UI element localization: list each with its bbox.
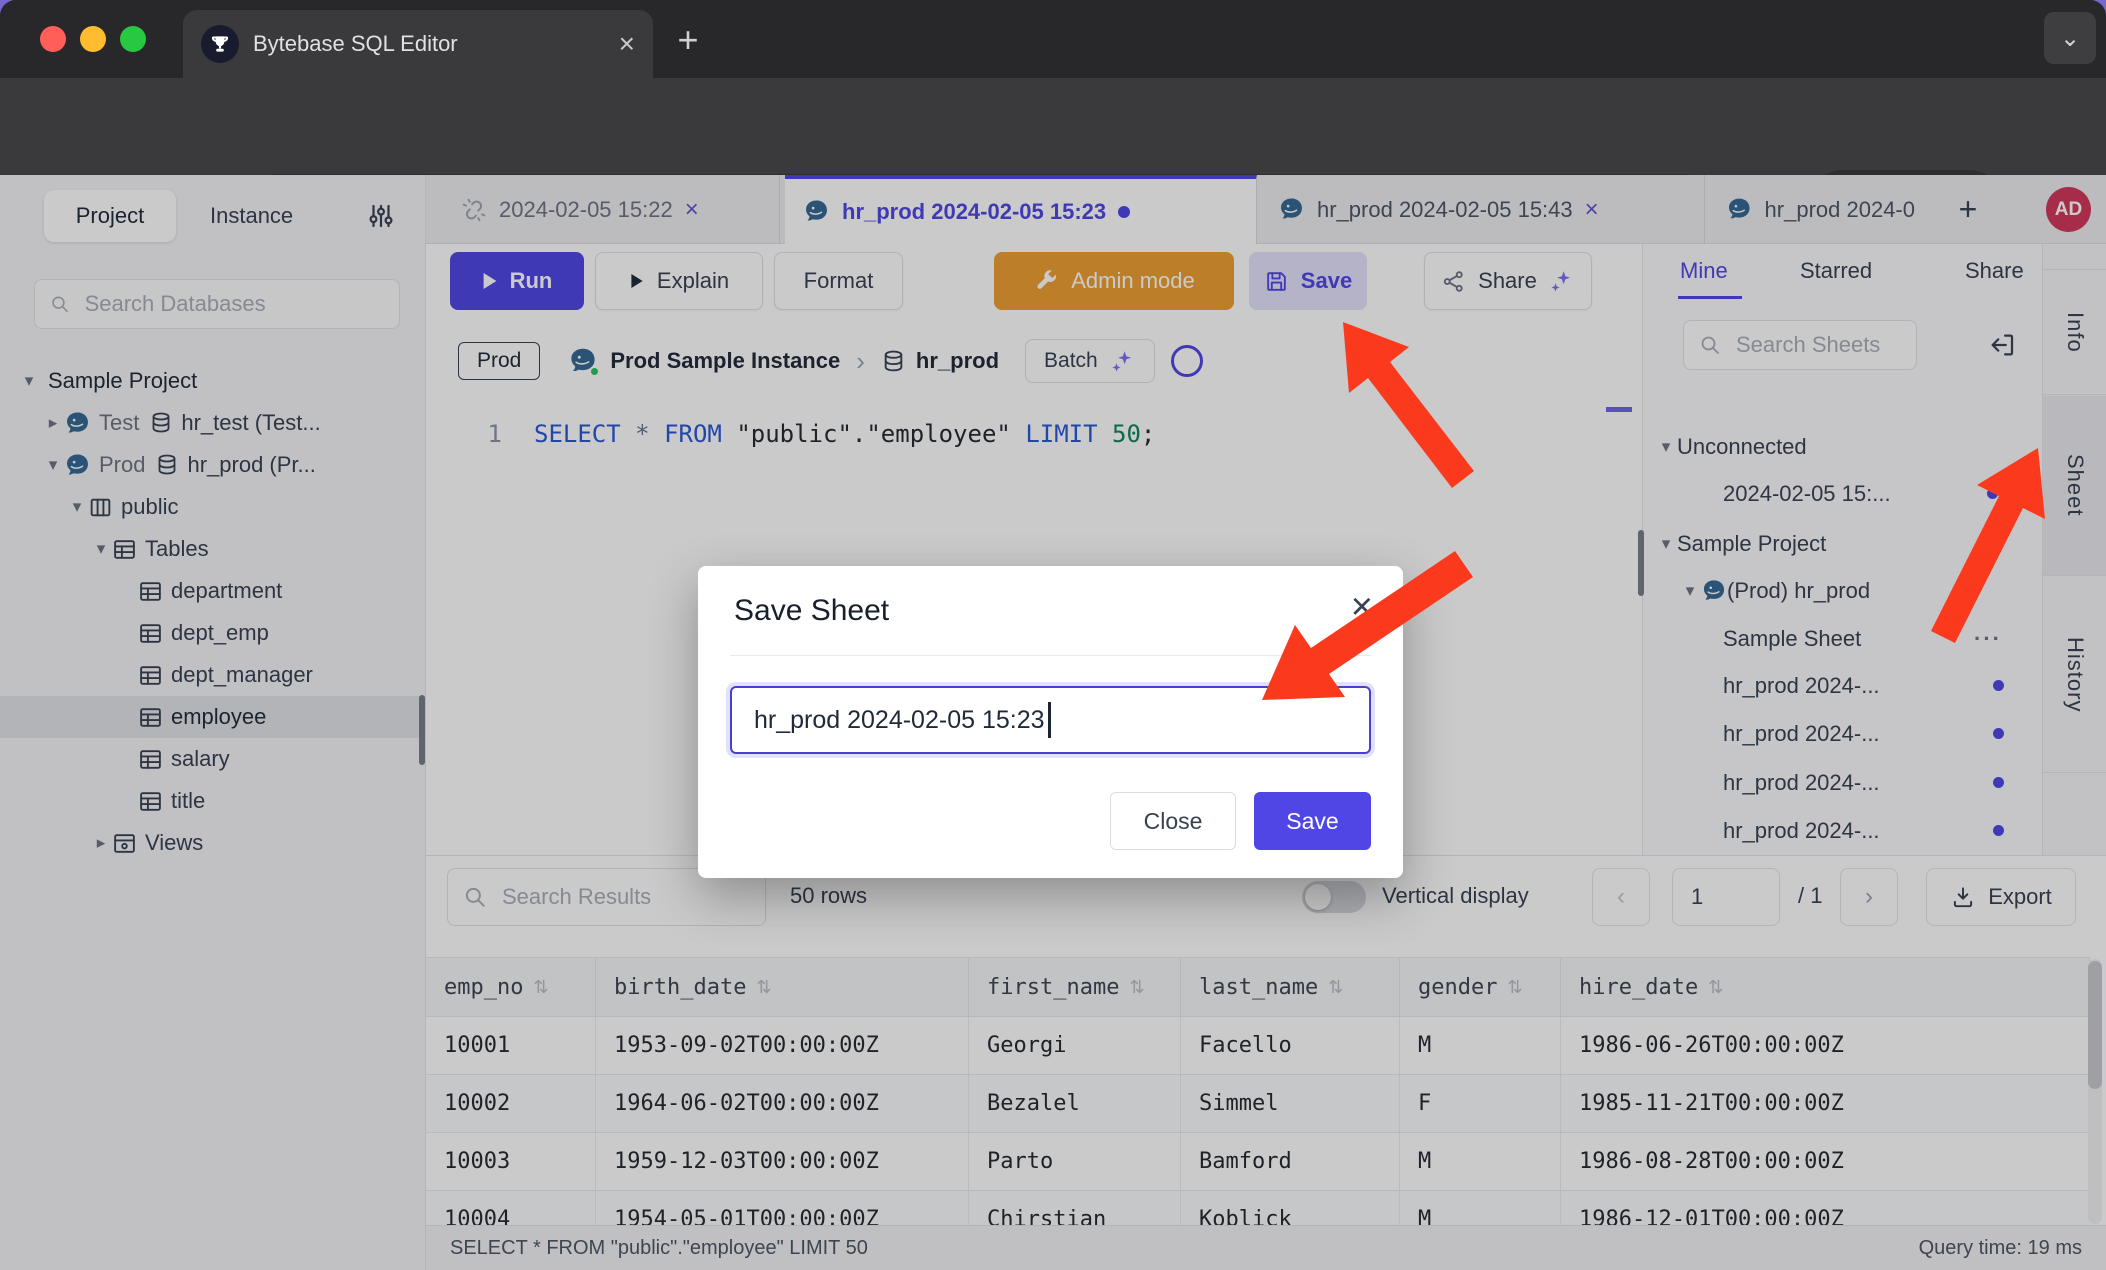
modal-close-button[interactable]: Close <box>1110 792 1236 850</box>
save-sheet-modal: Save Sheet × hr_prod 2024-02-05 15:23 Cl… <box>698 566 1403 878</box>
new-tab-button[interactable]: + <box>666 18 710 62</box>
modal-close-icon[interactable]: × <box>1351 586 1373 629</box>
tab-close-icon[interactable]: × <box>619 30 635 58</box>
browser-navbar: ← → localhost:8080/sql-editor/prod-sampl… <box>0 78 2106 175</box>
bytebase-favicon-icon <box>201 25 239 63</box>
modal-save-button[interactable]: Save <box>1254 792 1371 850</box>
macos-minimize-button[interactable] <box>80 26 106 52</box>
browser-window: Bytebase SQL Editor × + ⌄ ← → localhost:… <box>0 0 2106 1270</box>
modal-divider <box>730 655 1371 656</box>
sheet-name-input[interactable]: hr_prod 2024-02-05 15:23 <box>730 686 1371 754</box>
tab-search-chevron-icon[interactable]: ⌄ <box>2044 12 2096 64</box>
macos-zoom-button[interactable] <box>120 26 146 52</box>
browser-tab-strip: Bytebase SQL Editor × + ⌄ <box>0 0 2106 78</box>
macos-close-button[interactable] <box>40 26 66 52</box>
modal-title: Save Sheet <box>734 594 889 628</box>
text-cursor <box>1048 702 1051 738</box>
browser-tab[interactable]: Bytebase SQL Editor × <box>183 10 653 78</box>
browser-tab-title: Bytebase SQL Editor <box>253 31 619 57</box>
bytebase-app: Project Instance ▾Sample Project ▸Testhr… <box>0 175 2106 1270</box>
